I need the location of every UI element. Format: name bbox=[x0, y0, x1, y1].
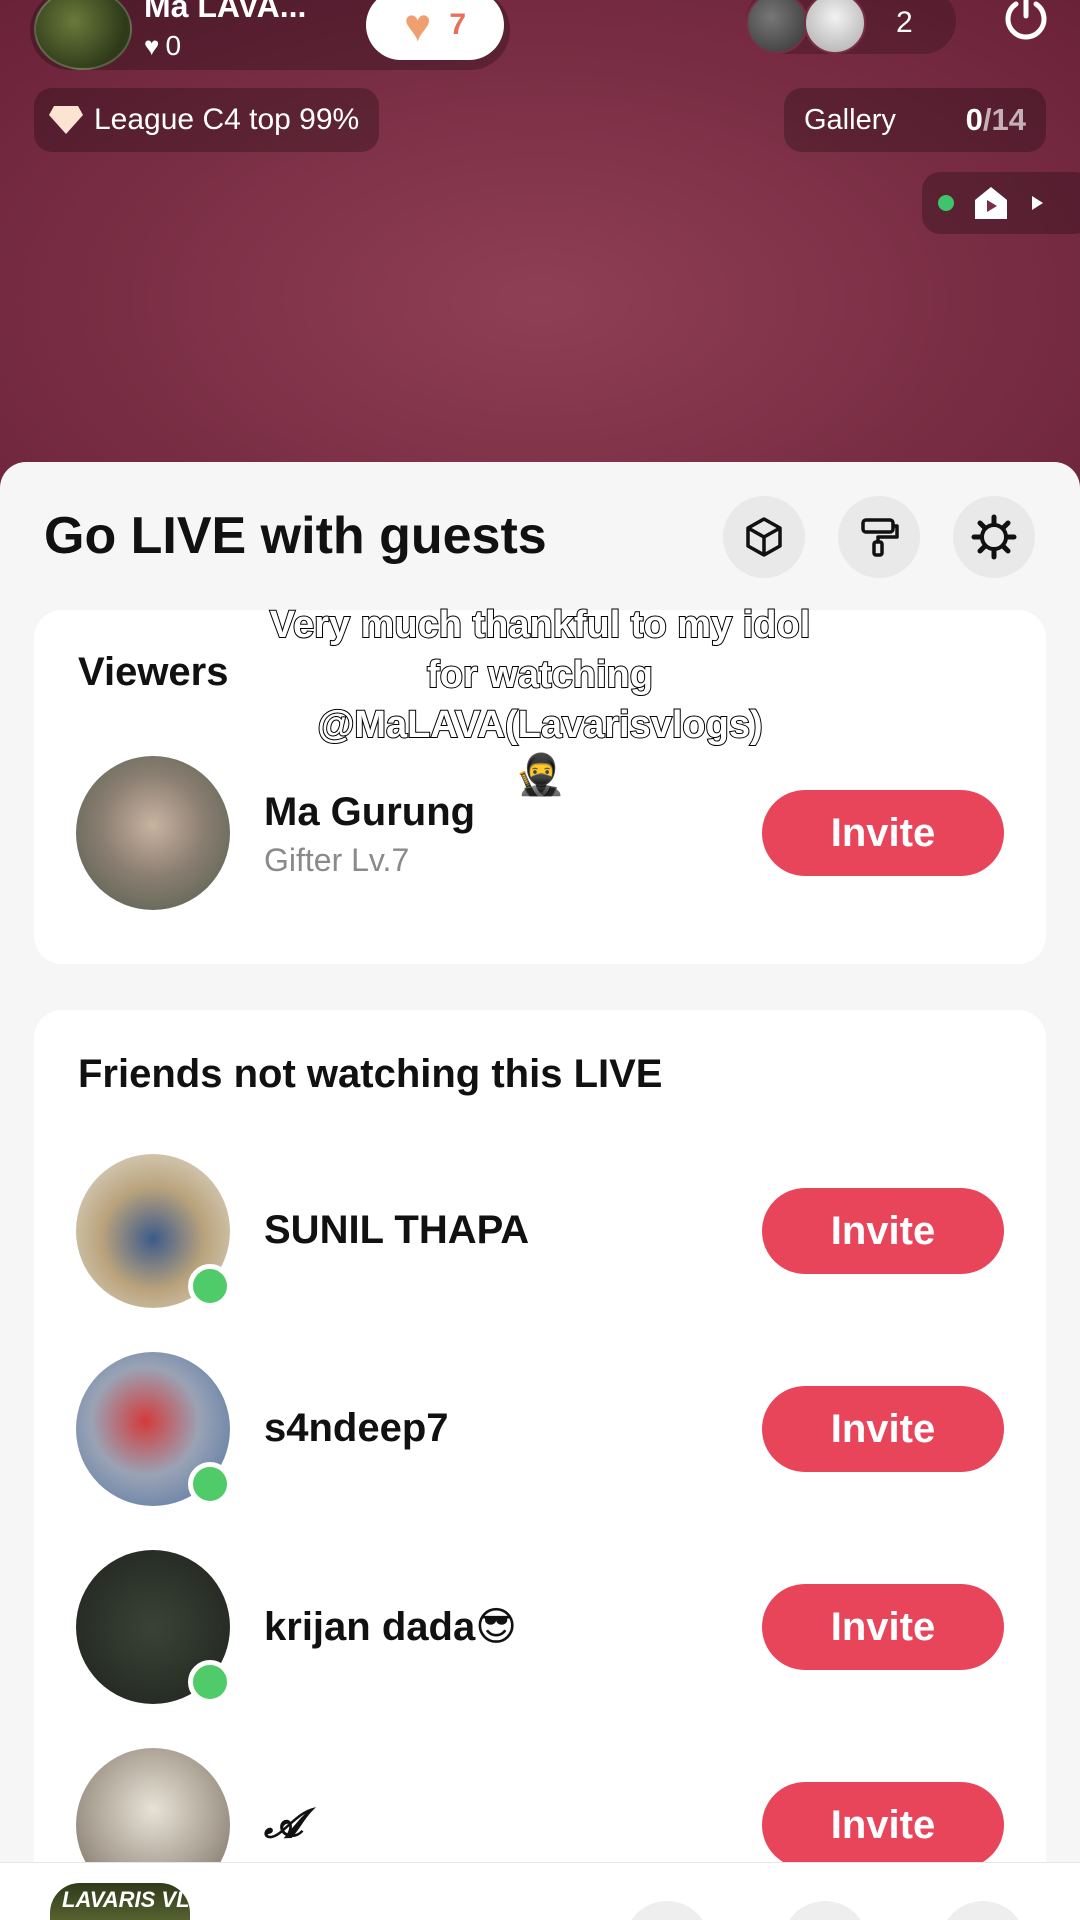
online-indicator bbox=[188, 1264, 232, 1308]
caption-text: Very much thankful to my idol for watchi… bbox=[269, 603, 812, 747]
friend-name: s4ndeep7 bbox=[264, 1406, 449, 1450]
invite-button[interactable]: Invite bbox=[762, 790, 1004, 876]
power-icon bbox=[1005, 0, 1047, 40]
status-dot bbox=[938, 195, 954, 211]
viewer-subtitle: Gifter Lv.7 bbox=[264, 842, 410, 878]
heart-icon: ♥ bbox=[404, 0, 432, 51]
bottom-action-button[interactable] bbox=[782, 1901, 868, 1920]
follow-button[interactable]: ♥ 7 bbox=[366, 0, 504, 60]
friend-name: SUNIL THAPA bbox=[264, 1208, 530, 1252]
online-indicator bbox=[188, 1660, 232, 1704]
invite-button[interactable]: Invite bbox=[762, 1584, 1004, 1670]
list-item: s4ndeep7 Invite bbox=[34, 1352, 1046, 1512]
gallery-button[interactable]: Gallery 0 /14 bbox=[784, 88, 1046, 152]
chevron-right-icon bbox=[1032, 196, 1043, 210]
follow-count: 7 bbox=[449, 8, 466, 41]
friends-card: Friends not watching this LIVE SUNIL THA… bbox=[34, 1010, 1046, 1920]
cube-icon bbox=[746, 517, 782, 557]
sheet-title: Go LIVE with guests bbox=[44, 507, 547, 565]
heart-icon: ♥ bbox=[144, 30, 160, 61]
ninja-emoji: 🥷 bbox=[515, 753, 565, 797]
friends-title: Friends not watching this LIVE bbox=[78, 1052, 663, 1096]
gallery-total: /14 bbox=[982, 102, 1026, 137]
home-play-icon bbox=[975, 187, 1007, 219]
settings-button[interactable] bbox=[953, 496, 1035, 578]
end-live-button[interactable] bbox=[996, 0, 1056, 48]
gallery-label: Gallery bbox=[804, 103, 896, 136]
layout-style-button[interactable] bbox=[838, 496, 920, 578]
invite-button[interactable]: Invite bbox=[762, 1386, 1004, 1472]
invite-button[interactable]: Invite bbox=[762, 1782, 1004, 1868]
viewers-title: Viewers bbox=[78, 650, 229, 694]
paint-roller-icon bbox=[861, 518, 899, 557]
gear-icon bbox=[971, 514, 1017, 560]
video-caption: Very much thankful to my idol for watchi… bbox=[260, 600, 820, 800]
friend-name: 𝓐 bbox=[264, 1802, 303, 1846]
bottom-bar: LAVARIS VLOG bbox=[0, 1862, 1080, 1920]
list-item: SUNIL THAPA Invite bbox=[34, 1154, 1046, 1314]
list-item: krijan dada😎 Invite bbox=[34, 1550, 1046, 1710]
logo-text: LAVARIS VLOG bbox=[62, 1887, 224, 1912]
live-video-background bbox=[0, 0, 1080, 500]
friend-name: krijan dada😎 bbox=[264, 1605, 517, 1649]
league-badge[interactable]: League C4 top 99% bbox=[34, 88, 380, 152]
avatar[interactable] bbox=[76, 756, 230, 910]
gallery-count: 0 bbox=[965, 102, 983, 137]
online-indicator bbox=[188, 1462, 232, 1506]
viewer-count: 2 bbox=[896, 6, 913, 39]
league-text: League C4 top 99% bbox=[94, 103, 360, 136]
invite-button[interactable]: Invite bbox=[762, 1188, 1004, 1274]
diamond-icon bbox=[49, 106, 83, 134]
host-name: Ma LAVA... bbox=[144, 0, 307, 24]
host-likes-count: 0 bbox=[165, 30, 182, 61]
mini-player-pill[interactable] bbox=[922, 172, 1080, 234]
host-likes: ♥ 0 bbox=[144, 30, 181, 62]
effects-button[interactable] bbox=[723, 496, 805, 578]
bottom-action-button[interactable] bbox=[624, 1901, 710, 1920]
bottom-action-button[interactable] bbox=[940, 1901, 1026, 1920]
